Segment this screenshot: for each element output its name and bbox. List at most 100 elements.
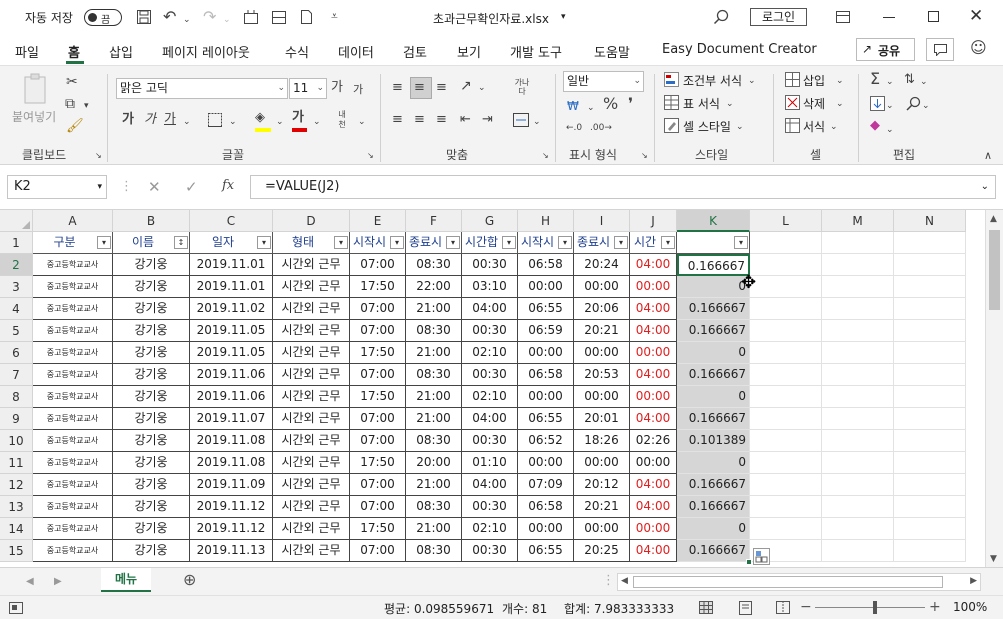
cell-i10[interactable]: 18:26 [574, 430, 630, 452]
empty-cell[interactable] [822, 540, 894, 562]
empty-cell[interactable] [894, 298, 966, 320]
cell-i4[interactable]: 20:06 [574, 298, 630, 320]
cell-c9[interactable]: 2019.11.07 [190, 408, 273, 430]
cell-k4[interactable]: 0.166667 [677, 298, 750, 320]
cell-f5[interactable]: 08:30 [406, 320, 462, 342]
filter-dropdown-icon[interactable]: ▾ [734, 236, 748, 249]
cell-f11[interactable]: 20:00 [406, 452, 462, 474]
cell-d15[interactable]: 시간외 근무 [273, 540, 350, 562]
filter-dropdown-icon[interactable]: ▾ [558, 236, 572, 249]
empty-cell[interactable] [750, 518, 822, 540]
sort-filter-icon[interactable]: ↕ [174, 236, 188, 249]
page-layout-view-icon[interactable] [739, 601, 752, 615]
phonetic-guide-icon[interactable]: 내천 [335, 110, 349, 130]
empty-cell[interactable] [894, 254, 966, 276]
increase-decimal-icon[interactable]: ←.0 [566, 120, 582, 136]
empty-cell[interactable] [750, 408, 822, 430]
horizontal-scroll-thumb[interactable] [633, 576, 943, 588]
increase-indent-icon[interactable]: ⇥ [482, 112, 493, 128]
cell-e9[interactable]: 07:00 [350, 408, 406, 430]
cell-h11[interactable]: 00:00 [518, 452, 574, 474]
empty-cell[interactable] [822, 408, 894, 430]
row-header[interactable]: 13 [0, 496, 33, 518]
cell-k2[interactable]: 0.166667 [677, 254, 750, 276]
empty-cell[interactable] [822, 364, 894, 386]
cell-j10[interactable]: 02:26 [630, 430, 677, 452]
cell-j9[interactable]: 04:00 [630, 408, 677, 430]
chevron-down-icon[interactable]: ⌄ [836, 73, 844, 89]
empty-cell[interactable] [750, 232, 822, 254]
macro-record-icon[interactable] [9, 602, 23, 614]
column-header-e[interactable]: E [350, 210, 406, 232]
empty-cell[interactable] [894, 540, 966, 562]
cell-i14[interactable]: 00:00 [574, 518, 630, 540]
column-header-l[interactable]: L [750, 210, 822, 232]
cut-icon[interactable]: ✂ [66, 74, 78, 90]
redo-dropdown-icon[interactable]: ⌄ [223, 12, 231, 28]
filter-dropdown-icon[interactable]: ▾ [446, 236, 460, 249]
tab-file[interactable]: 파일 [15, 42, 39, 61]
tab-easy-document-creator[interactable]: Easy Document Creator [662, 42, 817, 57]
normal-view-icon[interactable] [699, 601, 713, 614]
empty-cell[interactable] [894, 364, 966, 386]
table-header-cell[interactable]: 시작시 ▾ [350, 232, 406, 254]
empty-cell[interactable] [822, 254, 894, 276]
tab-view[interactable]: 보기 [457, 42, 481, 61]
sort-filter-icon[interactable]: ⇅ [904, 72, 915, 88]
empty-cell[interactable] [894, 474, 966, 496]
cell-b3[interactable]: 강기웅 [113, 276, 190, 298]
table-header-cell[interactable]: 종료시 ▾ [574, 232, 630, 254]
cell-e11[interactable]: 17:50 [350, 452, 406, 474]
ribbon-display-icon[interactable] [836, 11, 850, 23]
clear-icon[interactable]: ◆ [870, 118, 880, 134]
table-header-cell[interactable]: 형태 ▾ [273, 232, 350, 254]
name-box[interactable]: K2 ▾ [7, 175, 107, 199]
empty-cell[interactable] [822, 320, 894, 342]
align-middle-button[interactable]: ≡ [410, 77, 432, 99]
format-as-table-icon[interactable] [664, 95, 679, 110]
cell-i13[interactable]: 20:21 [574, 496, 630, 518]
scroll-left-icon[interactable]: ◀ [621, 576, 628, 586]
format-cells-button[interactable]: 서식 [803, 118, 825, 135]
cell-e4[interactable]: 07:00 [350, 298, 406, 320]
find-select-icon[interactable] [906, 96, 921, 111]
chevron-down-icon[interactable]: ⌄ [726, 96, 734, 112]
cell-g15[interactable]: 00:30 [462, 540, 518, 562]
filter-dropdown-icon[interactable]: ▾ [390, 236, 404, 249]
copy-dropdown-icon[interactable]: ▾ [84, 98, 89, 114]
sheet-tab-menu[interactable]: 메뉴 [101, 568, 151, 592]
cell-i8[interactable]: 00:00 [574, 386, 630, 408]
cell-b8[interactable]: 강기웅 [113, 386, 190, 408]
conditional-format-button[interactable]: 조건부 서식 [683, 72, 742, 89]
font-name-combo[interactable]: 맑은 고딕 ⌄ [116, 78, 288, 99]
filter-dropdown-icon[interactable]: ▾ [257, 236, 271, 249]
cell-a4[interactable]: 중고등학교교사 [33, 298, 113, 320]
cell-d12[interactable]: 시간외 근무 [273, 474, 350, 496]
cell-e10[interactable]: 07:00 [350, 430, 406, 452]
cell-c2[interactable]: 2019.11.01 [190, 254, 273, 276]
empty-cell[interactable] [822, 430, 894, 452]
empty-cell[interactable] [822, 386, 894, 408]
cell-c14[interactable]: 2019.11.12 [190, 518, 273, 540]
font-color-icon[interactable]: 가 [292, 110, 304, 126]
cell-i6[interactable]: 00:00 [574, 342, 630, 364]
cell-g9[interactable]: 04:00 [462, 408, 518, 430]
cell-h12[interactable]: 07:09 [518, 474, 574, 496]
customize-qat-icon[interactable]: ⩡ [331, 8, 338, 24]
cell-d11[interactable]: 시간외 근무 [273, 452, 350, 474]
confirm-entry-icon[interactable]: ✓ [185, 179, 198, 195]
column-header-h[interactable]: H [518, 210, 574, 232]
cell-f9[interactable]: 21:00 [406, 408, 462, 430]
grow-font-icon[interactable]: 가 [331, 80, 343, 96]
cell-f8[interactable]: 21:00 [406, 386, 462, 408]
cell-g4[interactable]: 04:00 [462, 298, 518, 320]
formula-input[interactable]: =VALUE(J2) ⌄ [250, 175, 996, 199]
comments-button[interactable] [926, 38, 954, 61]
find-dropdown-icon[interactable]: ⌄ [922, 98, 930, 114]
cell-b4[interactable]: 강기웅 [113, 298, 190, 320]
cell-i7[interactable]: 20:53 [574, 364, 630, 386]
tab-help[interactable]: 도움말 [594, 42, 630, 61]
row-header[interactable]: 7 [0, 364, 33, 386]
fill-dropdown-icon[interactable]: ⌄ [886, 98, 894, 114]
borders-dropdown-icon[interactable]: ⌄ [229, 114, 237, 130]
